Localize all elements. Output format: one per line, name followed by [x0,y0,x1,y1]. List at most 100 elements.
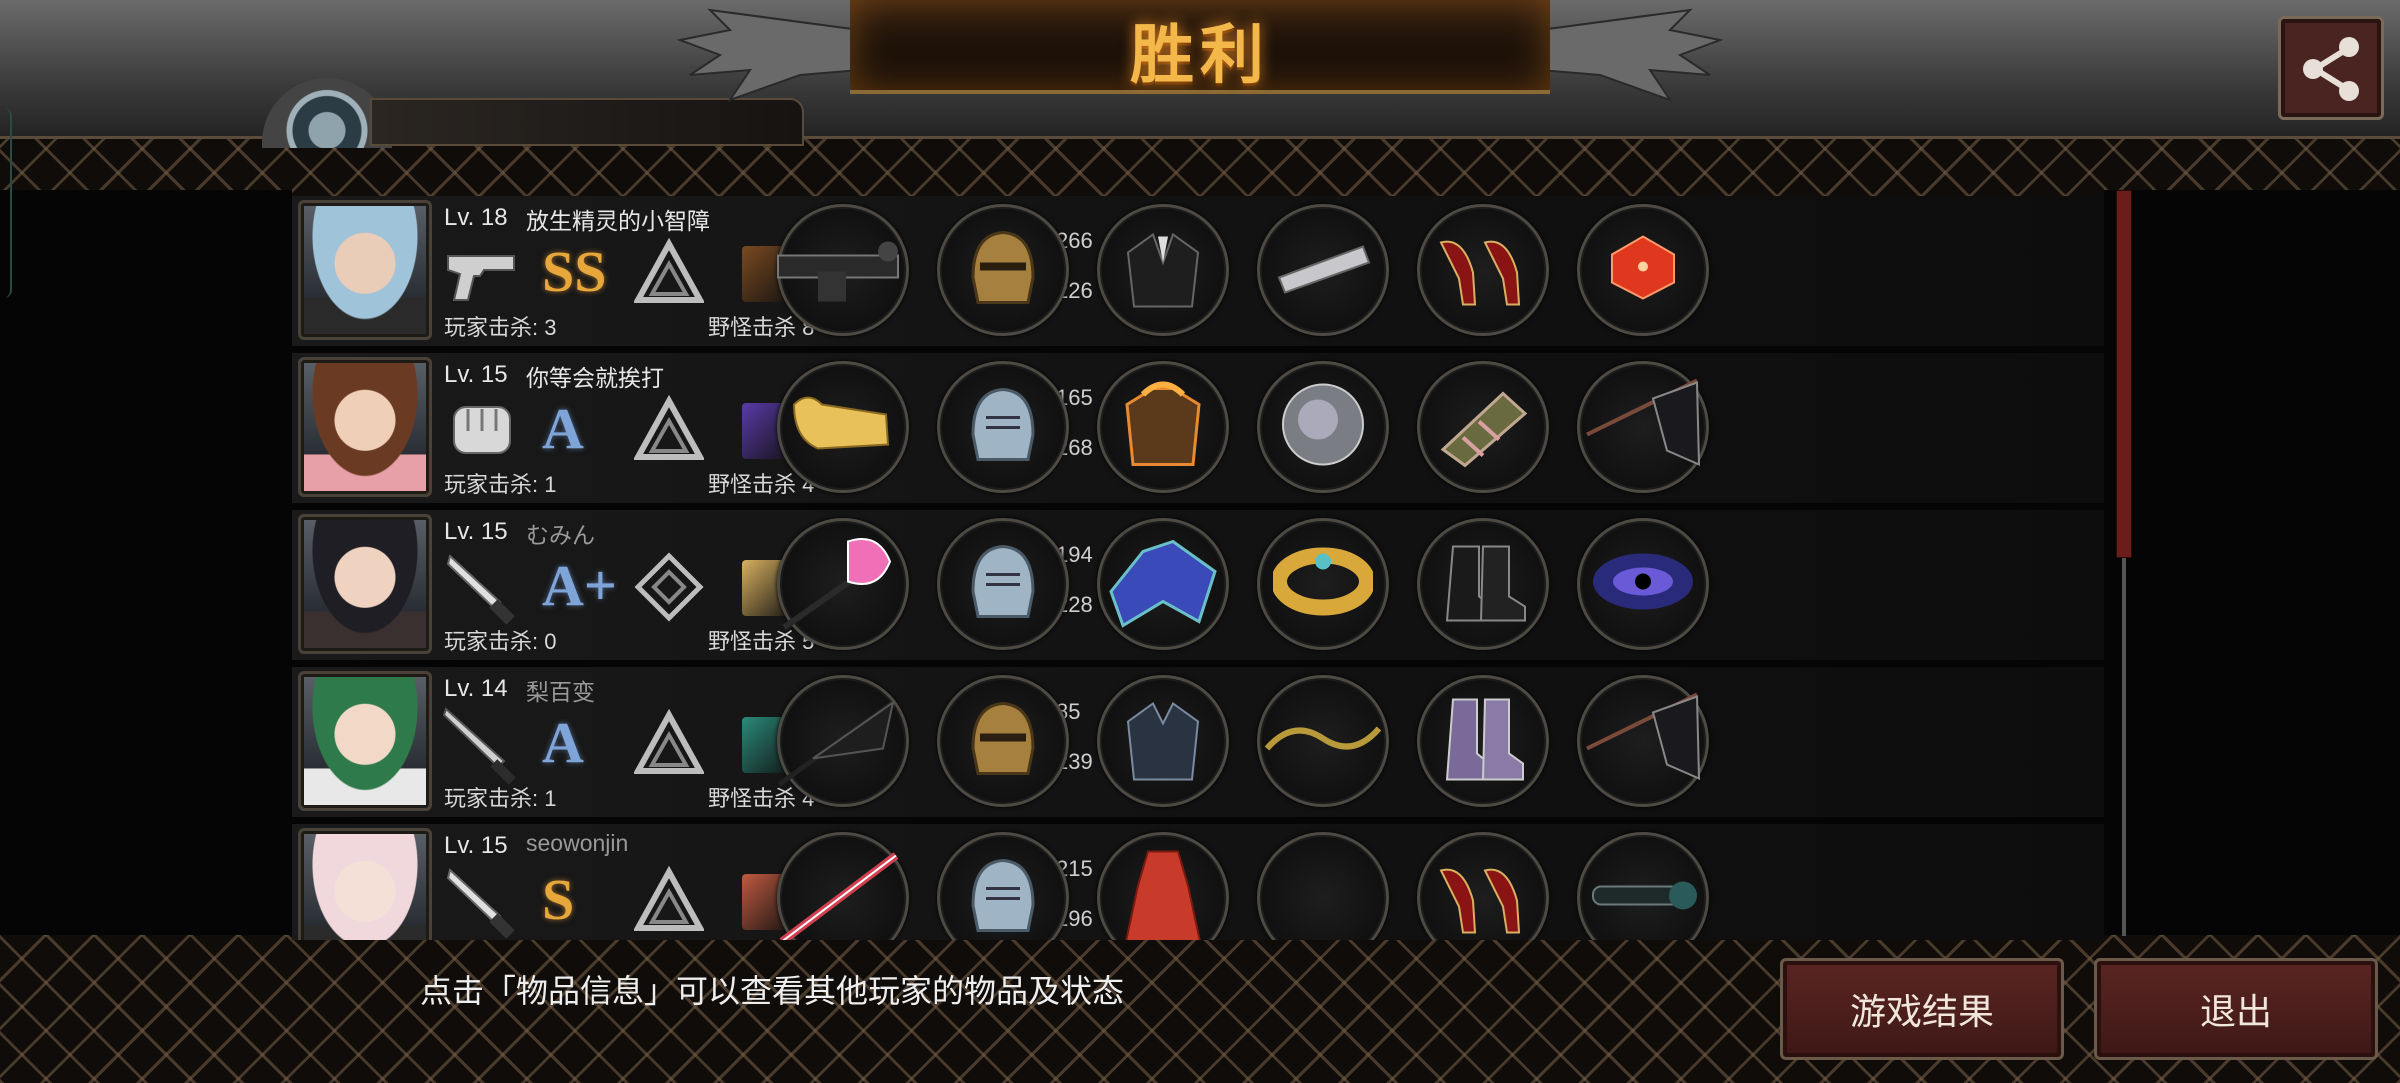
umbrella-icon [773,689,913,794]
equipment-slot[interactable] [777,361,909,493]
equipment-slot[interactable] [777,518,909,650]
tier-icon [632,394,706,465]
share-icon [2303,37,2359,101]
vine-whip-icon [1263,709,1383,774]
equipment-slot[interactable] [1577,204,1709,336]
player-name: 梨百变 [526,679,595,705]
player-row[interactable]: Lv. 15 你等会就挨打 A 玩家击杀: 1 野怪击杀 4 165 268 [292,353,2104,507]
exit-button[interactable]: 退出 [2094,958,2378,1060]
player-avatar[interactable] [298,671,432,811]
pink-axe-icon [778,532,908,637]
equipment-slot[interactable] [937,518,1069,650]
knight-helmet-icon [958,223,1048,318]
game-result-button[interactable]: 游戏结果 [1780,958,2064,1060]
silver-helmet-icon [958,851,1048,941]
red-sword-icon [778,846,908,940]
player-name: 你等会就挨打 [526,365,664,391]
flaming-armor-icon [1113,375,1213,480]
equipment-slot[interactable] [937,675,1069,807]
player-list[interactable]: Lv. 18 放生精灵的小智障 SS 玩家击杀: 3 野怪击杀 8 266 22… [292,196,2104,940]
player-row[interactable]: Lv. 15 むみん A+ 玩家击杀: 0 野怪击杀 5 194 228 [292,510,2104,664]
shield-disc-icon [1278,380,1368,475]
equipment-slot[interactable] [777,832,909,940]
weapon-rank: A+ [542,553,617,618]
equipment-slot[interactable] [1577,518,1709,650]
player-name: 放生精灵的小智障 [526,208,710,234]
equipment-slot[interactable] [1577,675,1709,807]
equipment-slot[interactable] [1417,518,1549,650]
equipment-slot[interactable] [937,204,1069,336]
weapon-rank: A [542,396,584,461]
player-avatar[interactable] [298,200,432,340]
player-avatar[interactable] [298,514,432,654]
knife-icon [440,544,524,628]
equipment-slot[interactable] [1257,832,1389,940]
equipment-slot[interactable] [1097,518,1229,650]
knight-helmet-icon [958,694,1048,789]
equipment-slot[interactable] [1417,832,1549,940]
equipment-slot[interactable] [1257,675,1389,807]
equipment-slot[interactable] [1417,204,1549,336]
victory-title: 胜利 [1130,19,1270,93]
equipment-slot[interactable] [937,832,1069,940]
tier-icon [632,708,706,779]
player-level: Lv. 18 [444,204,508,231]
dice-icon [1608,233,1678,308]
equipment-slot[interactable] [1097,204,1229,336]
purple-boots-icon [1433,694,1533,789]
equipment-slot[interactable] [777,204,909,336]
player-kills: 玩家击杀: 3 [444,315,557,340]
right-fill [2104,190,2400,935]
player-level: Lv. 15 [444,832,508,859]
equipment-slot[interactable] [1257,361,1389,493]
equipment-slot[interactable] [1097,832,1229,940]
silver-helmet-icon [958,380,1048,475]
hint-text: 点击「物品信息」可以查看其他玩家的物品及状态 [420,972,1125,1010]
equipment-slot[interactable] [1257,518,1389,650]
bracer-icon [1273,233,1373,308]
equipment-slot[interactable] [1097,675,1229,807]
combat-boots-icon [1433,537,1533,632]
leather-jacket-icon [1118,694,1208,789]
left-fill [0,190,292,935]
black-flag-icon [1583,689,1703,794]
equipment-slot[interactable] [1097,361,1229,493]
blue-cape-icon [1103,532,1223,637]
tier-icon [632,865,706,936]
equipment-slot[interactable] [1257,204,1389,336]
equipment-slot[interactable] [937,361,1069,493]
golden-gauntlet-icon [788,385,898,470]
equipment-slot[interactable] [1577,832,1709,940]
player-level: Lv. 14 [444,675,508,702]
weapon-rank: S [542,867,575,932]
suit-jacket-icon [1118,223,1208,318]
tier-icon [634,552,704,622]
right-wing-ornament-icon [1540,8,1724,102]
grenade-launcher-icon [768,228,918,313]
player-kills: 玩家击杀: 1 [444,472,557,497]
player-level: Lv. 15 [444,518,508,545]
player-row[interactable]: Lv. 18 放生精灵的小智障 SS 玩家击杀: 3 野怪击杀 8 266 22… [292,196,2104,350]
player-row[interactable]: Lv. 14 梨百变 A 玩家击杀: 1 野怪击杀 4 85 239 [292,667,2104,821]
player-avatar[interactable] [298,828,432,940]
victory-banner: 胜利 [850,0,1550,94]
equipment-slot[interactable] [1417,361,1549,493]
player-kills: 玩家击杀: 0 [444,629,557,654]
black-flag-icon [1583,375,1703,480]
galaxy-orb-icon [1588,542,1698,627]
player-name: seowonjin [526,830,629,856]
equipment-slot[interactable] [777,675,909,807]
side-tab[interactable] [0,108,12,298]
player-avatar[interactable] [298,357,432,497]
red-heels-icon [1433,851,1533,941]
blade-icon [440,701,524,785]
player-row[interactable]: Lv. 15 seowonjin S 215 196 [292,824,2104,940]
equipment-slot[interactable] [1577,361,1709,493]
player-kills: 玩家击杀: 1 [444,786,557,811]
tier-icon [632,237,706,308]
equipment-slot[interactable] [1417,675,1549,807]
share-button[interactable] [2278,16,2384,120]
gold-bracelet-icon [1271,542,1375,627]
scrollbar-thumb[interactable] [2116,190,2132,558]
silver-helmet-icon [958,537,1048,632]
